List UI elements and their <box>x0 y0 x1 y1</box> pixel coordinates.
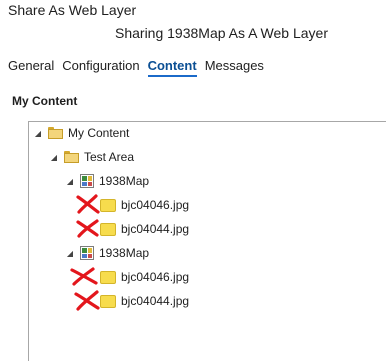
tab-content[interactable]: Content <box>147 58 197 77</box>
collapse-icon[interactable]: ◢ <box>65 176 75 186</box>
tab-bar: General Configuration Content Messages <box>8 58 264 77</box>
tree-node-label: bjc04044.jpg <box>121 222 190 236</box>
folder-icon <box>64 151 79 163</box>
tab-messages[interactable]: Messages <box>205 58 264 77</box>
collapse-icon[interactable]: ◢ <box>65 248 75 258</box>
map-icon <box>80 246 94 260</box>
tree-node-label: bjc04046.jpg <box>121 270 190 284</box>
tree-node-root[interactable]: ◢ My Content <box>33 123 129 143</box>
red-x-mark-icon <box>70 267 98 286</box>
tree-node-layer[interactable]: bjc04046.jpg <box>100 195 189 215</box>
tree-node-label: bjc04044.jpg <box>121 294 190 308</box>
tree-node-label: My Content <box>68 126 130 140</box>
collapse-icon[interactable]: ◢ <box>49 152 59 162</box>
window-subtitle: Sharing 1938Map As A Web Layer <box>115 25 328 41</box>
collapse-icon[interactable]: ◢ <box>33 128 43 138</box>
tab-configuration[interactable]: Configuration <box>62 58 139 77</box>
tab-general[interactable]: General <box>8 58 54 77</box>
tree-node-map[interactable]: ◢ 1938Map <box>65 171 149 191</box>
folder-icon <box>48 127 63 139</box>
tree-node-layer[interactable]: bjc04046.jpg <box>100 267 189 287</box>
raster-layer-icon <box>100 222 116 236</box>
tree-node-label: bjc04046.jpg <box>121 198 190 212</box>
red-x-mark-icon <box>76 219 99 238</box>
tree-node-label: 1938Map <box>99 246 150 260</box>
tree-node-label: Test Area <box>84 150 135 164</box>
red-x-mark-icon <box>74 290 100 311</box>
section-title: My Content <box>12 94 78 108</box>
raster-layer-icon <box>100 270 116 284</box>
red-x-mark-icon <box>76 194 100 214</box>
tree-node-layer[interactable]: bjc04044.jpg <box>100 219 189 239</box>
raster-layer-icon <box>100 198 116 212</box>
window-title: Share As Web Layer <box>8 2 137 18</box>
map-icon <box>80 174 94 188</box>
tree-node-folder[interactable]: ◢ Test Area <box>49 147 134 167</box>
content-tree[interactable]: ◢ My Content ◢ Test Area ◢ 1938Map bjc04… <box>28 121 386 361</box>
tree-node-label: 1938Map <box>99 174 150 188</box>
tree-node-map[interactable]: ◢ 1938Map <box>65 243 149 263</box>
tree-node-layer[interactable]: bjc04044.jpg <box>100 291 189 311</box>
raster-layer-icon <box>100 294 116 308</box>
